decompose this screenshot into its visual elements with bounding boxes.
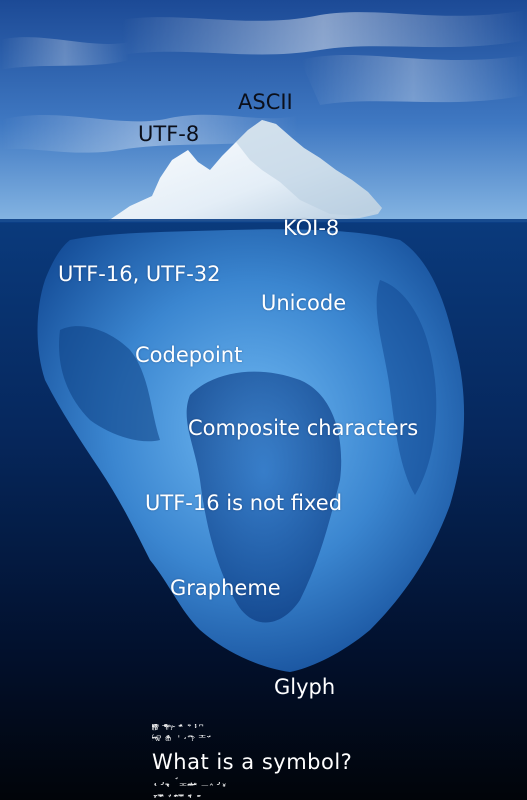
zalgo-noise-top: ̍̀͂ͣ̾͋ ̿̆̎ͪ ̽ͦͬ̚ ̎̊ ̒͛̅ ͊̀̋ͤ ̋͛ ̃ͬ̏ ̂̽ ͒… xyxy=(152,724,206,747)
label-unicode: Unicode xyxy=(261,291,347,315)
label-koi8: KOI-8 xyxy=(283,216,340,240)
label-utf16-utf32: UTF-16, UTF-32 xyxy=(58,262,221,286)
iceberg-background xyxy=(0,0,527,800)
zalgo-noise-bottom: ̖̹̜ ̡̘̞̦ ̫͉̠ ̛̣̳̪ ͔̭̟ ̢̯͚ ̰͖̮ ̨̻͓ ̲̭ ̡̟̬… xyxy=(152,774,221,797)
iceberg-meme: ASCII UTF-8 KOI-8 UTF-16, UTF-32 Unicode… xyxy=(0,0,527,800)
label-composite-characters: Composite characters xyxy=(188,416,419,440)
label-grapheme: Grapheme xyxy=(170,576,281,600)
label-codepoint: Codepoint xyxy=(135,343,243,367)
label-utf16-not-fixed: UTF-16 is not fixed xyxy=(145,491,343,515)
label-what-is-a-symbol: What is a symbol? xyxy=(152,750,353,774)
waterline xyxy=(0,219,527,223)
label-ascii: ASCII xyxy=(238,90,293,114)
label-utf8: UTF-8 xyxy=(138,122,200,146)
label-glyph: Glyph xyxy=(274,675,336,699)
